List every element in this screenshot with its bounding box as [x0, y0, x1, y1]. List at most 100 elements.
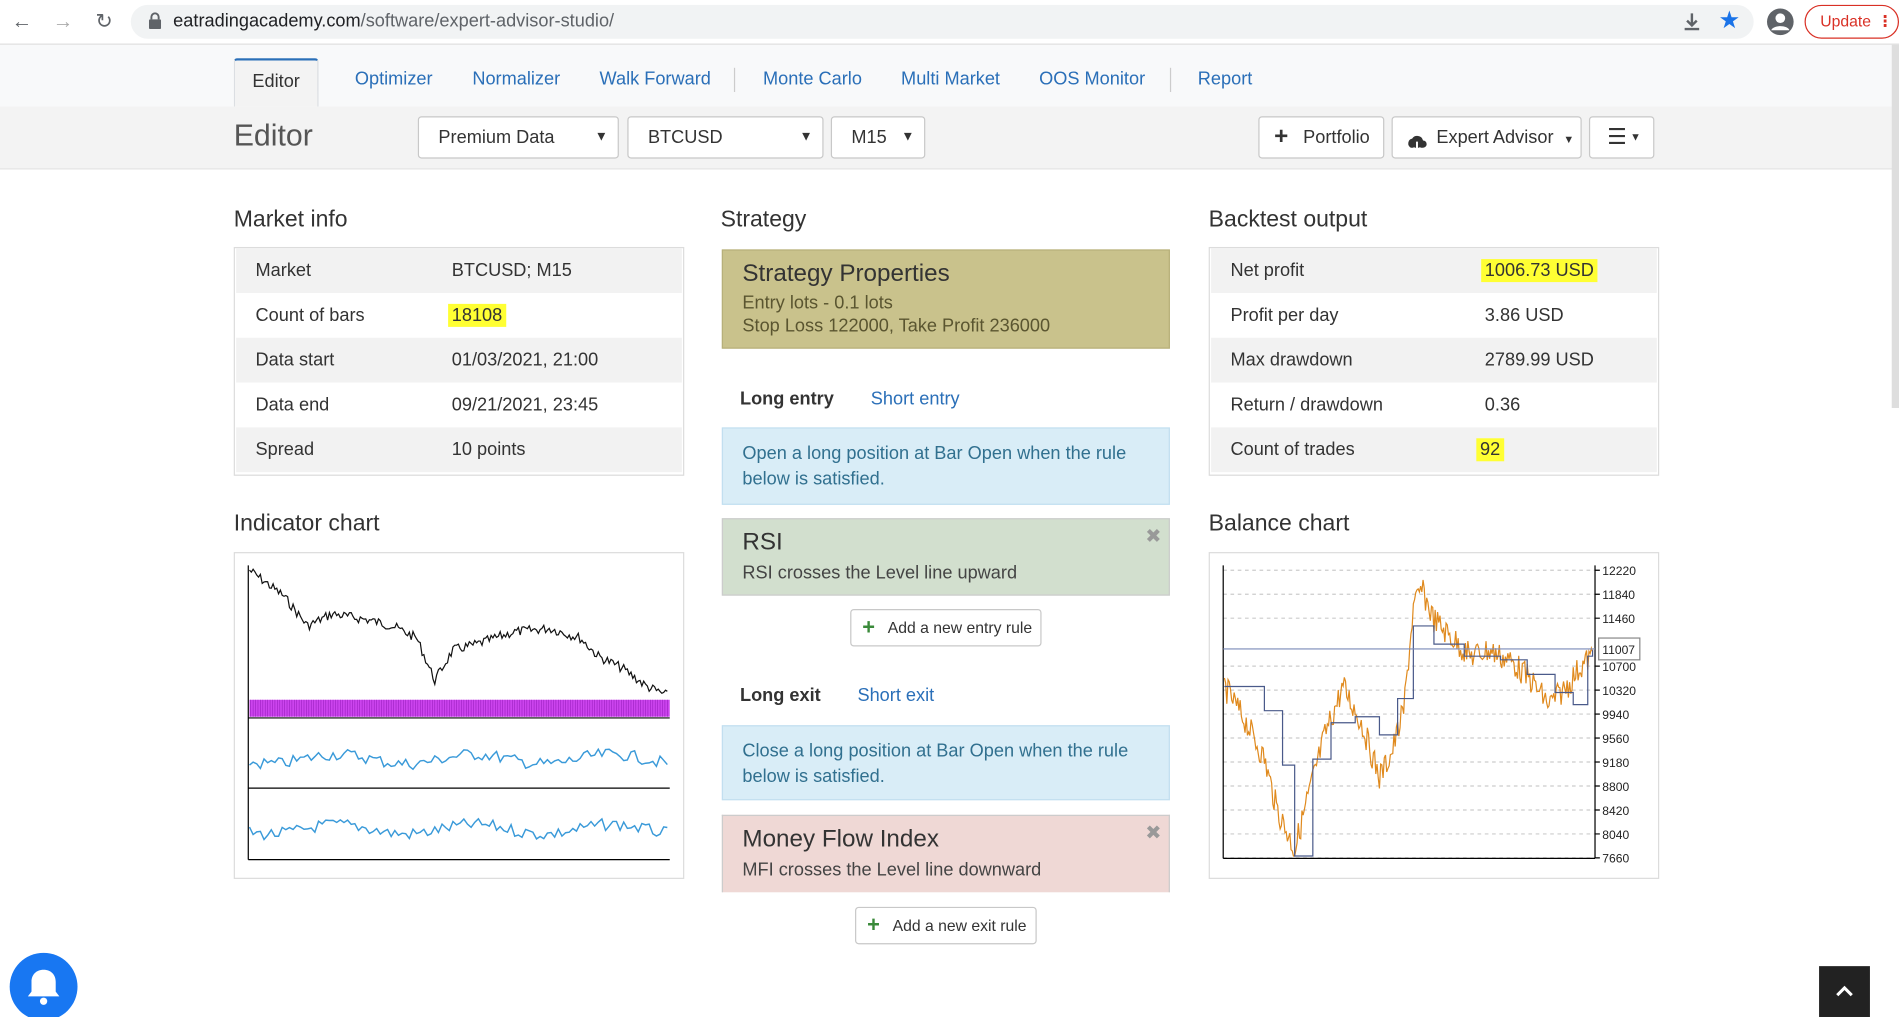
data-source-select[interactable]: Premium Data ▼ — [417, 116, 619, 159]
bell-icon — [27, 969, 60, 1005]
back-arrow-icon[interactable]: ← — [10, 10, 34, 34]
market-info-table: Market BTCUSD; M15 Count of bars 18108 Dat… — [233, 246, 685, 476]
tab-multi-market[interactable]: Multi Market — [901, 58, 1000, 106]
exit-rule-description: MFI crosses the Level line downward — [742, 859, 1042, 881]
table-row: Profit per day 3.86 USD — [1211, 293, 1657, 338]
balance-y-tick-label: 9180 — [1602, 756, 1629, 770]
bookmark-star-icon[interactable]: ★ — [1719, 7, 1746, 34]
forward-arrow-icon[interactable]: → — [51, 10, 75, 34]
row-label: Data start — [255, 349, 335, 371]
market-info-heading: Market info — [233, 207, 348, 233]
table-row: Count of bars 18108 — [236, 293, 682, 338]
chevron-down-icon: ▼ — [901, 129, 915, 145]
entry-info-box: Open a long position at Bar Open when th… — [721, 427, 1170, 505]
balance-y-tick-label: 8800 — [1602, 780, 1629, 794]
tab-oos-monitor[interactable]: OOS Monitor — [1039, 58, 1145, 106]
row-value: 1006.73 USD — [1481, 259, 1598, 283]
lock-icon — [148, 12, 162, 30]
add-exit-rule-label: Add a new exit rule — [892, 916, 1027, 935]
url-text[interactable]: eatradingacademy.com/software/expert-adv… — [173, 11, 614, 32]
page-title: Editor — [233, 118, 313, 153]
tab-divider — [733, 67, 736, 93]
tab-long-entry[interactable]: Long entry — [740, 389, 834, 410]
plus-icon: + — [1274, 123, 1289, 151]
remove-rule-icon[interactable]: ✖ — [1145, 821, 1161, 845]
period-select[interactable]: M15 ▼ — [830, 116, 926, 159]
row-value: 3.86 USD — [1484, 305, 1564, 326]
menu-dots-icon: ⋮ — [1877, 12, 1893, 31]
symbol-value: BTCUSD — [647, 127, 723, 148]
data-source-value: Premium Data — [438, 127, 555, 148]
entry-rule-description: RSI crosses the Level line upward — [742, 562, 1018, 584]
add-exit-rule-button[interactable]: + Add a new exit rule — [855, 906, 1037, 945]
update-button[interactable]: Update ⋮ — [1804, 4, 1899, 39]
row-label: Market — [255, 260, 312, 281]
url-domain: eatradingacademy.com — [173, 10, 361, 32]
table-row: Count of trades 92 — [1211, 427, 1657, 473]
table-row: Max drawdown 2789.99 USD — [1211, 337, 1657, 383]
strategy-properties-panel[interactable]: Strategy Properties Entry lots - 0.1 lot… — [721, 249, 1170, 349]
balance-y-tick-label: 9560 — [1602, 732, 1629, 746]
hamburger-menu-icon: ☰ — [1607, 124, 1627, 149]
tab-report[interactable]: Report — [1198, 58, 1253, 106]
period-value: M15 — [851, 127, 887, 148]
remove-rule-icon[interactable]: ✖ — [1145, 524, 1161, 548]
row-label: Net profit — [1230, 260, 1305, 281]
row-value: 0.36 — [1484, 394, 1521, 416]
tab-short-entry[interactable]: Short entry — [871, 389, 960, 410]
tab-editor[interactable]: Editor — [233, 58, 319, 107]
scrollbar[interactable] — [1891, 44, 1899, 409]
balance-chart-canvas: 12220 11840 11460 10700 10320 9940 9560 9180 880… — [1222, 564, 1641, 866]
row-label: Count of bars — [255, 305, 365, 326]
tab-monte-carlo[interactable]: Monte Carlo — [763, 58, 862, 106]
exit-rule-title: Money Flow Index — [742, 825, 939, 853]
tab-optimizer[interactable]: Optimizer — [355, 58, 433, 106]
download-icon[interactable] — [1681, 10, 1703, 34]
reload-icon[interactable]: ↻ — [92, 10, 116, 34]
row-value: 18108 — [448, 303, 506, 327]
update-label: Update — [1820, 12, 1872, 31]
row-label: Return / drawdown — [1230, 394, 1383, 416]
balance-y-tick-label: 7660 — [1602, 852, 1629, 866]
url-path: /software/expert-advisor-studio/ — [360, 10, 615, 32]
chevron-up-icon — [1836, 985, 1853, 997]
balance-y-tick-label: 8040 — [1602, 828, 1629, 842]
balance-y-tick-label: 11460 — [1602, 612, 1635, 626]
add-entry-rule-button[interactable]: + Add a new entry rule — [850, 608, 1042, 647]
row-value: BTCUSD; M15 — [451, 260, 572, 281]
tab-walk-forward[interactable]: Walk Forward — [599, 58, 710, 106]
balance-y-tick-label: 10700 — [1602, 660, 1636, 674]
table-row: Data end 09/21/2021, 23:45 — [236, 383, 682, 428]
balance-y-tick-label: 9940 — [1602, 708, 1629, 722]
caret-down-icon: ▼ — [1630, 130, 1641, 143]
table-row: Return / drawdown 0.36 — [1211, 383, 1657, 428]
expert-advisor-button[interactable]: Expert Advisor ▼ — [1391, 116, 1582, 159]
table-row: Net profit 1006.73 USD — [1211, 248, 1657, 293]
tab-divider — [1169, 67, 1172, 93]
tab-short-exit[interactable]: Short exit — [857, 685, 934, 706]
add-entry-rule-label: Add a new entry rule — [887, 618, 1033, 637]
profile-avatar-icon[interactable] — [1766, 7, 1795, 36]
scroll-to-top-button[interactable] — [1819, 966, 1870, 1017]
indicator-chart — [233, 552, 685, 879]
row-label: Max drawdown — [1230, 349, 1353, 371]
exit-rule-mfi[interactable]: Money Flow Index MFI crosses the Level l… — [721, 814, 1170, 893]
entry-rule-title: RSI — [742, 529, 783, 556]
balance-y-tick-label: 11840 — [1602, 588, 1635, 602]
table-row: Spread 10 points — [236, 427, 682, 473]
entry-rule-rsi[interactable]: RSI RSI crosses the Level line upward ✖ — [721, 518, 1170, 596]
portfolio-button[interactable]: + Portfolio — [1258, 116, 1385, 159]
symbol-select[interactable]: BTCUSD ▼ — [627, 116, 824, 159]
tab-normalizer[interactable]: Normalizer — [472, 58, 560, 106]
entry-lots-text: Entry lots - 0.1 lots — [742, 292, 893, 314]
cloud-download-icon — [1406, 128, 1428, 153]
menu-button[interactable]: ☰ ▼ — [1588, 116, 1655, 159]
table-row: Market BTCUSD; M15 — [236, 248, 682, 293]
backtest-output-heading: Backtest output — [1208, 207, 1368, 233]
tab-long-exit[interactable]: Long exit — [740, 685, 821, 706]
exit-info-box: Close a long position at Bar Open when t… — [721, 725, 1170, 801]
caret-down-icon: ▼ — [1563, 133, 1575, 146]
row-label: Spread — [255, 439, 315, 461]
expert-advisor-label: Expert Advisor — [1436, 127, 1554, 148]
notification-bell-button[interactable] — [9, 952, 78, 1017]
